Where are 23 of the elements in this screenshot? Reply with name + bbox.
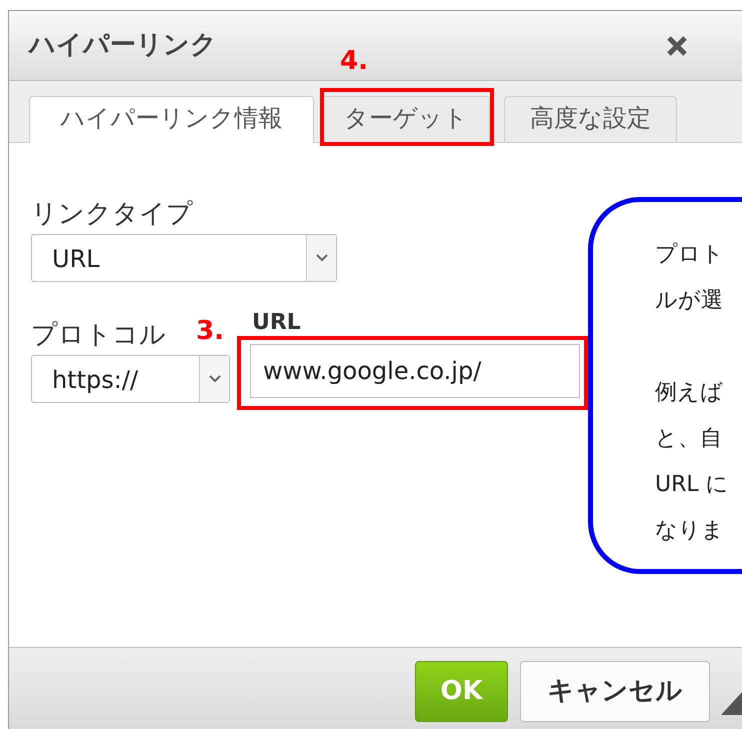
callout-text: ルが選 xyxy=(655,287,724,315)
callout-text: なりま xyxy=(655,517,725,545)
callout-text: URL に xyxy=(655,471,730,499)
resize-grip-icon[interactable] xyxy=(721,691,742,715)
field-label: リンクタイプ xyxy=(31,199,193,230)
annotation-number: 3. xyxy=(196,315,224,348)
link-type-select[interactable]: URL xyxy=(31,234,337,282)
field-label: URL xyxy=(252,311,301,336)
close-icon[interactable] xyxy=(666,34,688,56)
protocol-select[interactable]: https:// xyxy=(31,355,230,404)
caret-icon[interactable] xyxy=(316,254,328,262)
caret-icon[interactable] xyxy=(208,375,220,384)
callout-text: プロト xyxy=(655,241,725,269)
tab[interactable]: 高度な設定 xyxy=(504,96,677,142)
tab[interactable]: ターゲット xyxy=(322,96,490,142)
field-label: プロトコル xyxy=(31,320,166,352)
tab[interactable]: ハイパーリンク情報 xyxy=(29,96,314,143)
annotation-number: 4. xyxy=(340,45,368,78)
url-field[interactable]: www.google.co.jp/ xyxy=(250,344,580,398)
callout-text: 例えば xyxy=(655,379,724,407)
callout-text: と、自 xyxy=(655,425,723,453)
cancel-button[interactable]: キャンセル xyxy=(520,661,710,722)
dialog-title: ハイパーリンク xyxy=(29,29,217,62)
